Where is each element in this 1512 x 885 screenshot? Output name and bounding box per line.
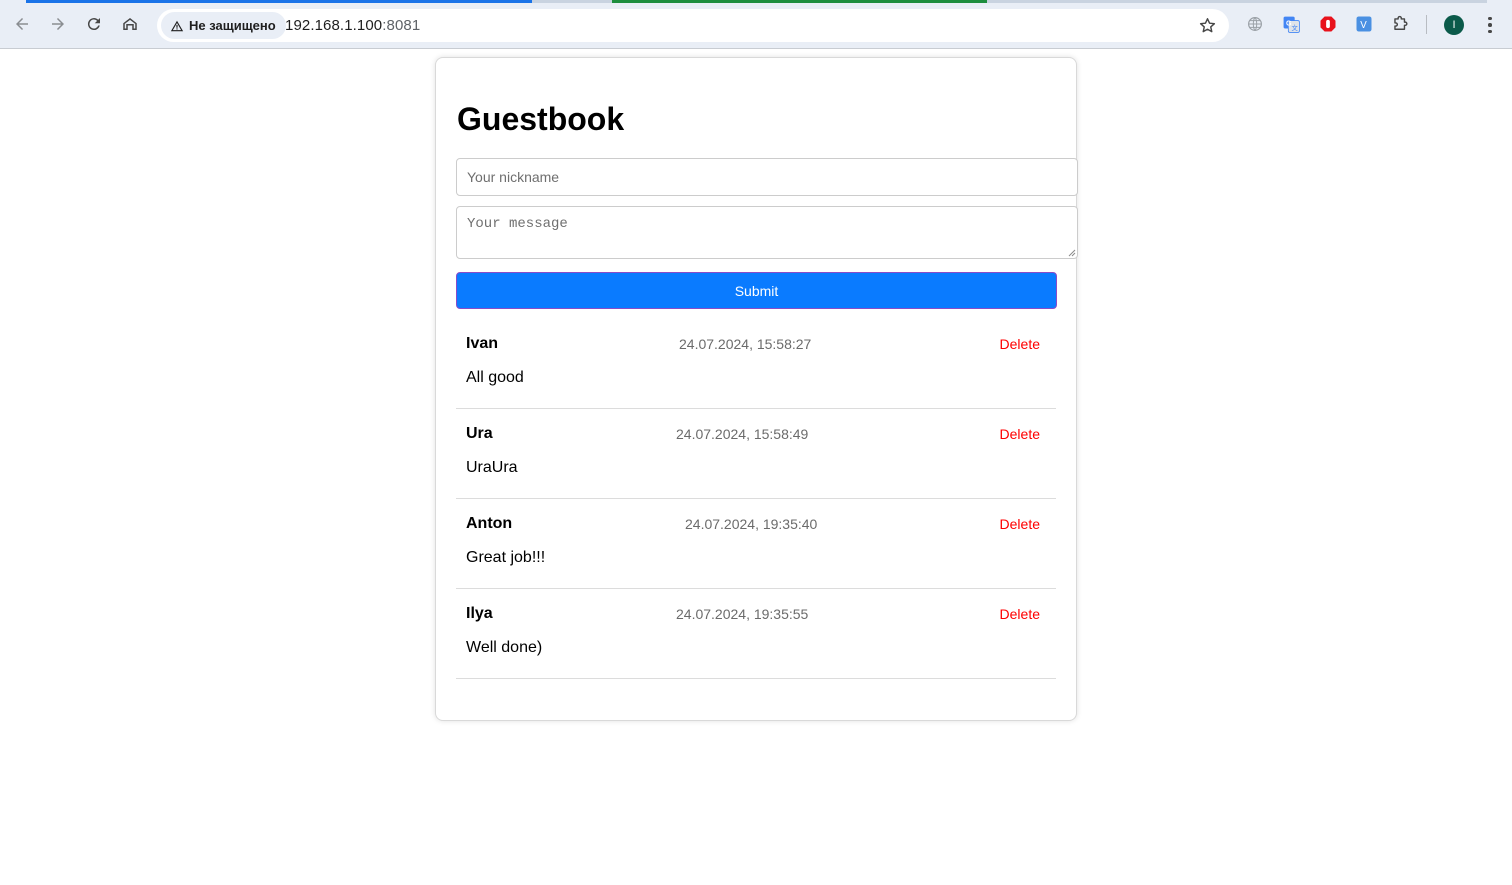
delete-button[interactable]: Delete xyxy=(1000,516,1040,532)
browser-toolbar: Не защищено 192.168.1.100:8081 G文 V I xyxy=(0,0,1512,49)
nickname-input[interactable] xyxy=(456,158,1078,196)
entry-timestamp: 24.07.2024, 15:58:49 xyxy=(676,426,809,442)
arrow-right-icon xyxy=(52,18,64,30)
menu-dot-icon xyxy=(1488,23,1492,27)
svg-text:V: V xyxy=(1360,20,1367,31)
resize-grip-icon[interactable] xyxy=(1067,248,1076,257)
url-text[interactable]: 192.168.1.100:8081 xyxy=(285,9,420,42)
home-icon xyxy=(123,18,137,30)
v-extension-icon[interactable]: V xyxy=(1354,14,1374,34)
delete-button[interactable]: Delete xyxy=(1000,336,1040,352)
svg-text:文: 文 xyxy=(1291,23,1298,32)
reload-icon xyxy=(87,18,100,31)
forward-button[interactable] xyxy=(44,10,72,38)
tab-indicator[interactable] xyxy=(26,0,532,3)
tab-indicator[interactable] xyxy=(612,0,987,3)
submit-button[interactable]: Submit xyxy=(456,272,1057,309)
delete-button[interactable]: Delete xyxy=(1000,426,1040,442)
entry-message: Great job!!! xyxy=(466,549,546,566)
entry-message: Well done) xyxy=(466,639,543,656)
page-title: Guestbook xyxy=(457,101,625,137)
entry-message: All good xyxy=(466,369,524,386)
google-translate-icon[interactable]: G文 xyxy=(1281,14,1301,34)
guestbook-card: Guestbook Submit Ivan 24.07.2024, 15:58:… xyxy=(435,57,1078,721)
tab-strip xyxy=(0,0,1512,3)
warning-icon xyxy=(170,20,184,31)
entry-message: UraUra xyxy=(466,459,518,476)
bookmark-star-icon[interactable] xyxy=(1198,16,1217,35)
url-port: :8081 xyxy=(382,17,421,34)
entry-nickname: Anton xyxy=(466,515,513,532)
delete-button[interactable]: Delete xyxy=(1000,606,1040,622)
message-textarea[interactable] xyxy=(456,206,1078,259)
entry-timestamp: 24.07.2024, 15:58:27 xyxy=(679,336,812,352)
entry-item: Ura 24.07.2024, 15:58:49 Delete UraUra xyxy=(456,409,1056,499)
security-label: Не защищено xyxy=(189,18,276,33)
tab-indicator[interactable] xyxy=(532,0,612,3)
reload-button[interactable] xyxy=(80,10,108,38)
security-chip[interactable]: Не защищено xyxy=(161,12,286,39)
entry-nickname: Ilya xyxy=(466,605,493,622)
entry-timestamp: 24.07.2024, 19:35:55 xyxy=(676,606,809,622)
entry-item: Anton 24.07.2024, 19:35:40 Delete Great … xyxy=(456,499,1056,589)
translate-globe-icon[interactable] xyxy=(1245,14,1265,34)
profile-initial: I xyxy=(1452,19,1456,31)
extensions-puzzle-icon[interactable] xyxy=(1390,14,1410,34)
url-host: 192.168.1.100 xyxy=(285,17,383,34)
menu-dot-icon xyxy=(1488,16,1492,21)
entry-item: Ivan 24.07.2024, 15:58:27 Delete All goo… xyxy=(456,319,1056,409)
back-button[interactable] xyxy=(8,10,36,38)
home-button[interactable] xyxy=(116,10,144,38)
adblock-icon[interactable] xyxy=(1318,14,1338,34)
entry-nickname: Ivan xyxy=(466,335,499,352)
browser-menu-button[interactable] xyxy=(1481,14,1499,36)
menu-dot-icon xyxy=(1488,29,1492,34)
tab-indicator[interactable] xyxy=(987,0,1487,3)
profile-avatar[interactable]: I xyxy=(1444,15,1464,35)
entry-item: Ilya 24.07.2024, 19:35:55 Delete Well do… xyxy=(456,589,1056,679)
entries-list: Ivan 24.07.2024, 15:58:27 Delete All goo… xyxy=(456,319,1056,679)
address-bar[interactable]: Не защищено 192.168.1.100:8081 xyxy=(157,9,1229,42)
arrow-left-icon xyxy=(16,18,28,30)
entry-nickname: Ura xyxy=(466,425,493,442)
toolbar-divider xyxy=(1426,15,1427,34)
entry-timestamp: 24.07.2024, 19:35:40 xyxy=(685,516,818,532)
